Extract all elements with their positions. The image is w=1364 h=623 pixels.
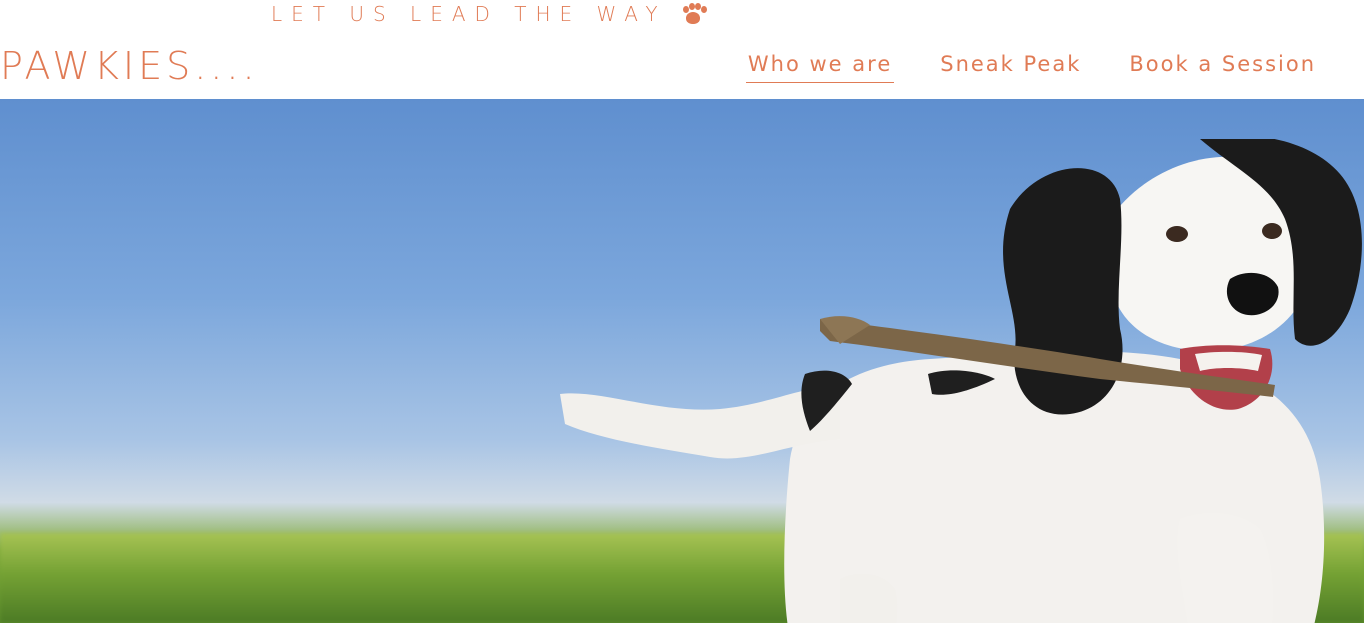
dog-illustration — [560, 139, 1362, 623]
tagline: LET US LEAD THE WAY — [271, 0, 707, 28]
nav-sneak-peak[interactable]: Sneak Peak — [938, 50, 1083, 83]
tagline-text: LET US LEAD THE WAY — [271, 2, 667, 26]
nav-book-a-session[interactable]: Book a Session — [1127, 50, 1318, 83]
site-logo[interactable]: PAWKIES.... — [0, 44, 259, 88]
hero-image — [0, 99, 1364, 623]
paw-icon — [681, 3, 707, 25]
nav-who-we-are[interactable]: Who we are — [745, 50, 895, 83]
main-nav: Who we are Sneak Peak Book a Session — [745, 50, 1318, 83]
